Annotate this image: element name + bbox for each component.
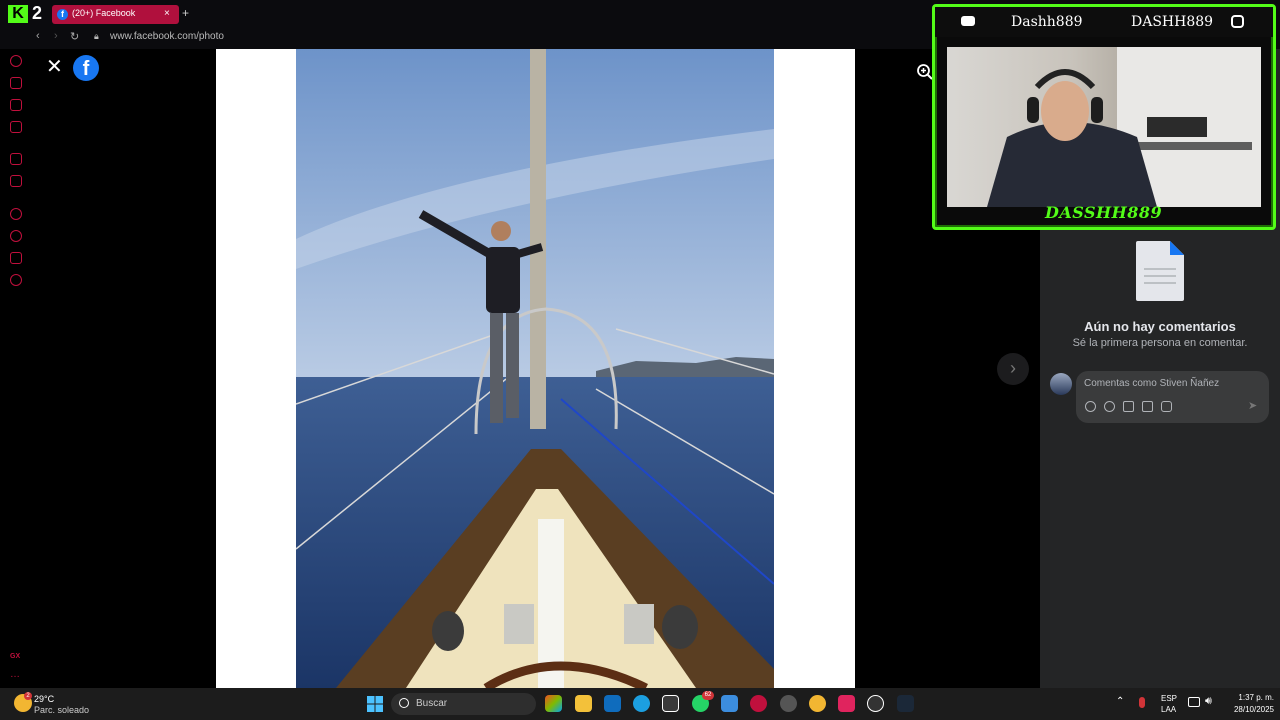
weather-temperature[interactable]: 29°C bbox=[34, 694, 54, 704]
edge-icon[interactable] bbox=[633, 695, 650, 712]
notepad-icon[interactable] bbox=[721, 695, 738, 712]
browser-sidebar: GX … bbox=[0, 49, 32, 688]
search-label: Buscar bbox=[416, 698, 448, 709]
gx-icon[interactable]: GX bbox=[10, 653, 20, 660]
url-field[interactable]: www.facebook.com/photo bbox=[110, 31, 224, 42]
tiktok-icon[interactable] bbox=[838, 695, 855, 712]
messenger-icon[interactable] bbox=[10, 99, 22, 111]
tab-title: (20+) Facebook bbox=[72, 8, 136, 18]
comment-input[interactable]: Comentas como Stiven Ñañez ➤ bbox=[1076, 371, 1269, 423]
windows-taskbar: 2 29°C Parc. soleado Buscar 62 ⌃ ESP LAA… bbox=[0, 688, 1280, 720]
youtube-icon bbox=[961, 16, 975, 26]
youtube-handle: Dashh889 bbox=[1011, 14, 1083, 30]
tab-close-icon[interactable]: × bbox=[164, 8, 170, 19]
network-icon[interactable] bbox=[1188, 697, 1200, 707]
extensions-icon[interactable] bbox=[10, 252, 22, 264]
steam-icon[interactable] bbox=[897, 695, 914, 712]
comment-placeholder: Comentas como Stiven Ñañez bbox=[1084, 378, 1220, 389]
instagram-handle: DASHH889 bbox=[1131, 14, 1214, 30]
coin-app-icon[interactable] bbox=[809, 695, 826, 712]
media-player-icon[interactable] bbox=[867, 695, 884, 712]
clock-time[interactable]: 1:37 p. m. bbox=[1228, 693, 1274, 702]
sailboat-photo[interactable] bbox=[296, 49, 774, 688]
no-comments-title: Aún no hay comentarios bbox=[1084, 319, 1236, 334]
weather-badge: 2 bbox=[24, 692, 32, 700]
language-indicator[interactable]: ESP bbox=[1161, 694, 1177, 703]
search-icon bbox=[399, 698, 409, 708]
gif-icon[interactable] bbox=[1142, 401, 1153, 412]
volume-icon[interactable]: 🔊︎ bbox=[1205, 695, 1212, 708]
forward-arrow-icon[interactable]: › bbox=[54, 30, 58, 42]
webcam-overlay: Dashh889 DASHH889 DASSHH889 bbox=[932, 4, 1276, 230]
photo-viewer: ✕ f › bbox=[32, 49, 1040, 688]
whatsapp-badge: 62 bbox=[702, 691, 714, 700]
avatar-sticker-icon[interactable] bbox=[1085, 401, 1096, 412]
send-icon[interactable]: ➤ bbox=[1248, 399, 1257, 412]
sticker-icon[interactable] bbox=[1161, 401, 1172, 412]
twitch-icon[interactable] bbox=[10, 175, 22, 187]
webcam-name-banner: DASSHH889 bbox=[1045, 203, 1163, 222]
lock-icon[interactable]: 🔒︎ bbox=[94, 31, 99, 42]
webcam-video bbox=[947, 47, 1261, 207]
keyboard-layout-indicator[interactable]: LAA bbox=[1161, 705, 1176, 714]
reload-icon[interactable]: ↻ bbox=[70, 30, 79, 43]
camera-icon[interactable] bbox=[1123, 401, 1134, 412]
photo-frame bbox=[216, 49, 855, 688]
taskbar-search[interactable]: Buscar bbox=[391, 693, 536, 715]
empty-document-icon bbox=[1136, 241, 1184, 301]
sailboat-photo-image bbox=[296, 49, 774, 688]
weather-condition[interactable]: Parc. soleado bbox=[34, 705, 89, 715]
settings-gear-icon[interactable] bbox=[10, 274, 22, 286]
obs-icon[interactable] bbox=[780, 695, 797, 712]
facebook-favicon-icon: f bbox=[57, 9, 68, 20]
tab-facebook[interactable]: f (20+) Facebook × bbox=[52, 5, 179, 24]
kick-counter: 2 bbox=[32, 3, 43, 23]
kick-logo-icon[interactable]: K bbox=[8, 5, 28, 23]
next-photo-button[interactable]: › bbox=[997, 353, 1029, 385]
refresh-icon[interactable] bbox=[10, 55, 22, 67]
new-tab-button[interactable]: + bbox=[182, 6, 189, 20]
facebook-logo-icon[interactable]: f bbox=[73, 55, 99, 81]
clock-date[interactable]: 28/10/2025 bbox=[1218, 705, 1274, 714]
windows-start-icon[interactable] bbox=[367, 696, 383, 712]
shopping-icon[interactable] bbox=[10, 77, 22, 89]
webcam-scene bbox=[987, 47, 1261, 207]
webcam-social-bar: Dashh889 DASHH889 bbox=[935, 7, 1273, 37]
history-icon[interactable] bbox=[10, 230, 22, 242]
tray-chevron-up-icon[interactable]: ⌃ bbox=[1116, 696, 1124, 707]
no-comments-subtitle: Sé la primera persona en comentar. bbox=[1072, 337, 1248, 349]
avatar[interactable] bbox=[1050, 373, 1072, 395]
more-icon[interactable]: … bbox=[10, 669, 20, 680]
back-arrow-icon[interactable]: ‹ bbox=[36, 30, 40, 42]
bookmark-icon[interactable] bbox=[10, 121, 22, 133]
close-viewer-icon[interactable]: ✕ bbox=[46, 57, 63, 77]
file-explorer-icon[interactable] bbox=[575, 695, 592, 712]
microphone-icon[interactable] bbox=[1139, 697, 1145, 708]
player-icon[interactable] bbox=[10, 208, 22, 220]
opera-gx-icon[interactable] bbox=[750, 695, 767, 712]
copilot-icon[interactable] bbox=[545, 695, 562, 712]
outlook-icon[interactable] bbox=[604, 695, 621, 712]
aria-icon[interactable] bbox=[10, 153, 22, 165]
emoji-icon[interactable] bbox=[1104, 401, 1115, 412]
instagram-icon bbox=[1231, 15, 1244, 28]
store-icon[interactable] bbox=[662, 695, 679, 712]
